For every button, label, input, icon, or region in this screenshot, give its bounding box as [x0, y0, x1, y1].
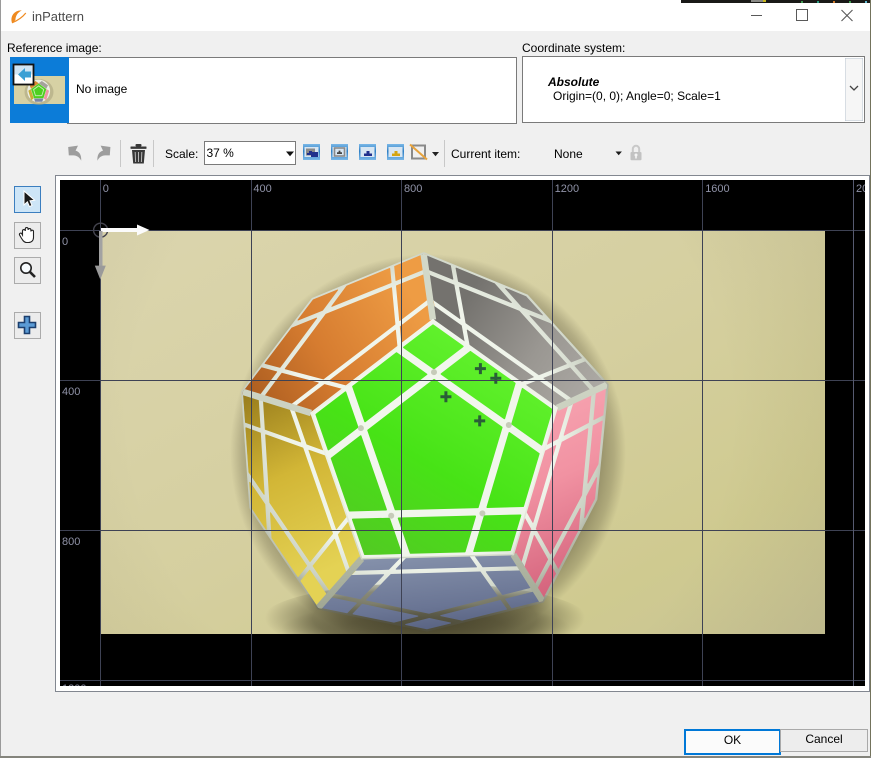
svg-text:37 %: 37 % [207, 146, 235, 160]
svg-text:1600: 1600 [705, 183, 729, 195]
svg-text:0: 0 [103, 183, 109, 195]
svg-text:Current item:: Current item: [451, 147, 520, 161]
svg-text:0: 0 [62, 236, 68, 248]
svg-text:400: 400 [62, 386, 80, 398]
svg-text:Scale:: Scale: [165, 147, 198, 161]
svg-text:800: 800 [404, 183, 422, 195]
svg-text:800: 800 [62, 536, 80, 548]
svg-text:None: None [554, 147, 583, 161]
svg-text:400: 400 [253, 183, 271, 195]
svg-text:1200: 1200 [555, 183, 579, 195]
